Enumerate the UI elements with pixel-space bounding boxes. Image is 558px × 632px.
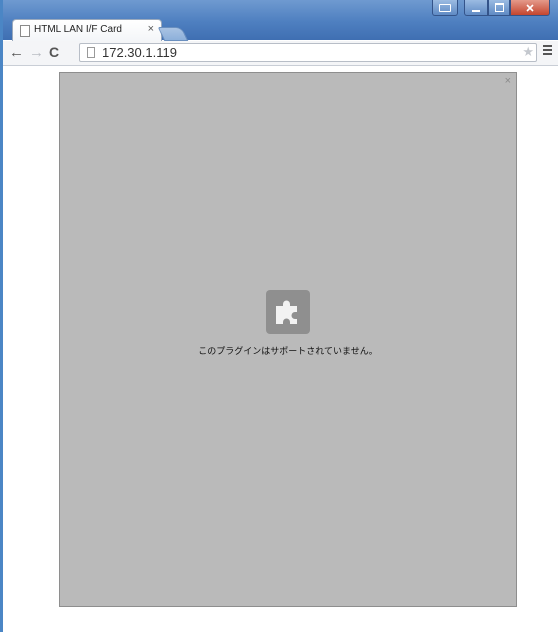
reload-button[interactable]: C [49, 44, 59, 61]
page-icon [87, 47, 95, 58]
tab-close-icon[interactable]: × [148, 23, 154, 35]
plugin-close-icon[interactable]: × [505, 75, 511, 87]
plugin-placeholder: × このプラグインはサポートされていません。 [59, 72, 517, 607]
title-bar: HTML LAN I/F Card × [3, 0, 558, 42]
browser-tab[interactable]: HTML LAN I/F Card × [12, 19, 162, 42]
maximize-button[interactable] [488, 0, 510, 16]
close-window-button[interactable] [510, 0, 550, 16]
browser-toolbar: ← → C 172.30.1.119 ★ [3, 41, 558, 66]
back-button[interactable]: ← [9, 44, 24, 61]
minimize-button[interactable] [464, 0, 488, 16]
tab-title: HTML LAN I/F Card [34, 24, 122, 35]
browser-window: HTML LAN I/F Card × ← → C 172.30.1.119 ★… [0, 0, 558, 632]
plugin-unsupported-message: このプラグインはサポートされていません。 [198, 347, 378, 357]
new-tab-button[interactable] [157, 27, 189, 41]
forward-button[interactable]: → [29, 44, 44, 61]
window-extra-icon [439, 3, 451, 12]
url-text[interactable]: 172.30.1.119 [102, 45, 177, 61]
maximize-icon [494, 3, 504, 12]
minimize-icon [472, 9, 480, 12]
address-bar[interactable]: 172.30.1.119 ★ [79, 43, 537, 62]
page-content: × このプラグインはサポートされていません。 [3, 66, 558, 632]
bookmark-star-icon[interactable]: ★ [522, 44, 534, 60]
menu-icon[interactable] [543, 45, 552, 57]
window-extra-button[interactable] [432, 0, 458, 16]
close-icon [526, 3, 534, 12]
puzzle-piece-icon [266, 290, 310, 334]
window-controls [432, 0, 550, 18]
page-icon [20, 25, 30, 37]
